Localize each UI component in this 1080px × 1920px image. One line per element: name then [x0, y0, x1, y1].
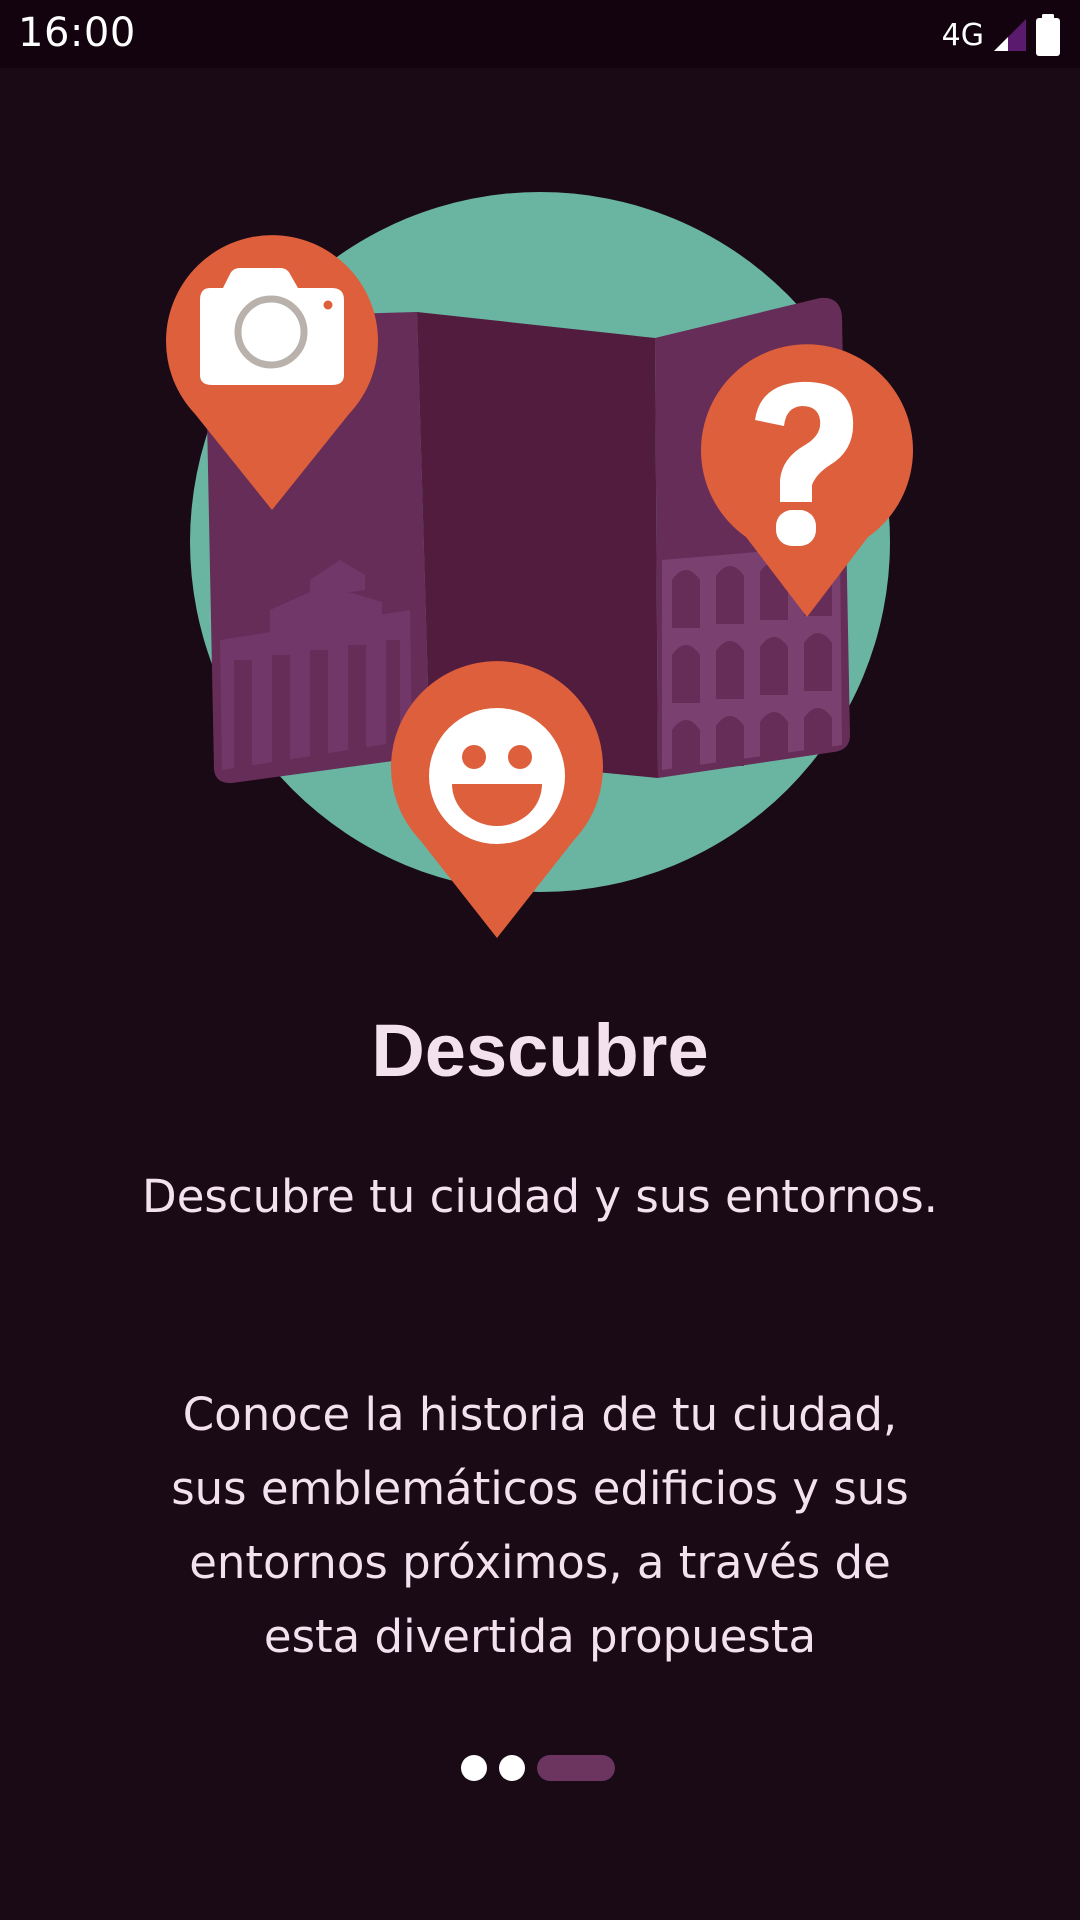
status-time: 16:00	[18, 10, 136, 56]
smiley-face-icon	[429, 708, 565, 844]
onboarding-screen: 16:00 4G Descubre Descubre tu ciudad y s…	[0, 0, 1080, 1920]
page-title: Descubre	[371, 1009, 709, 1092]
network-type-label: 4G	[941, 17, 984, 53]
battery-icon	[1036, 14, 1060, 56]
status-icons: 4G	[942, 14, 1062, 56]
page-dot-2[interactable]	[499, 1755, 525, 1781]
smiley-pin-icon	[391, 661, 603, 938]
signal-icon	[994, 19, 1026, 51]
page-dot-3-active[interactable]	[537, 1755, 615, 1781]
page-description: Conoce la historia de tu ciudad, sus emb…	[171, 1388, 909, 1663]
discover-illustration	[166, 192, 914, 938]
status-bar: 16:00 4G	[0, 0, 1080, 68]
page-indicator[interactable]	[461, 1754, 615, 1782]
page-subtitle: Descubre tu ciudad y sus entornos.	[142, 1170, 938, 1223]
page-dot-1[interactable]	[461, 1755, 487, 1781]
